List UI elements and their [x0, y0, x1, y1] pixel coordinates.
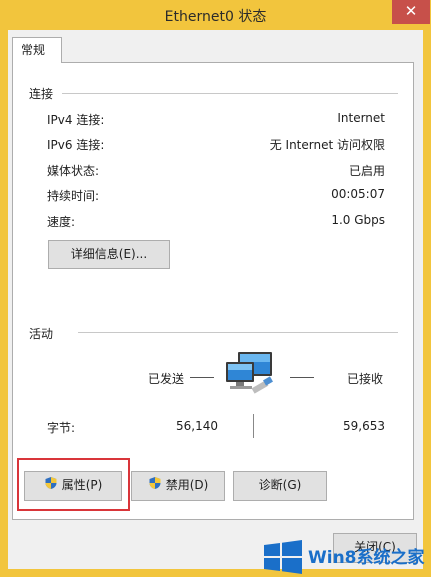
ipv4-label: IPv4 连接:: [47, 113, 105, 127]
title-bar[interactable]: Ethernet0 状态 ✕: [0, 0, 431, 30]
connection-section-label: 连接: [29, 87, 54, 101]
activity-section-label: 活动: [29, 327, 54, 341]
connection-divider: [62, 93, 398, 94]
diagnose-button[interactable]: 诊断(G): [233, 471, 327, 501]
media-state-value: 已启用: [348, 164, 385, 178]
activity-divider: [78, 332, 398, 333]
sent-dash: [190, 377, 214, 378]
details-button[interactable]: 详细信息(E)...: [48, 240, 170, 269]
status-dialog: Ethernet0 状态 ✕ 常规 连接 IPv4 连接: Internet I…: [0, 0, 431, 577]
watermark-text: Win8系统之家: [308, 548, 425, 568]
tab-panel-general: [12, 62, 414, 520]
ipv4-value: Internet: [337, 111, 385, 125]
received-dash: [290, 377, 314, 378]
windows-logo-icon: [264, 540, 302, 574]
duration-label: 持续时间:: [47, 189, 100, 203]
bytes-received-value: 59,653: [343, 419, 385, 433]
received-label: 已接收: [347, 372, 384, 386]
uac-shield-icon: [148, 473, 162, 499]
bytes-label: 字节:: [47, 421, 76, 435]
bytes-sent-value: 56,140: [176, 419, 218, 433]
sent-label: 已发送: [148, 372, 185, 386]
close-window-button[interactable]: ✕: [392, 0, 430, 24]
close-icon: ✕: [404, 2, 418, 20]
speed-value: 1.0 Gbps: [331, 213, 385, 227]
disable-button-label: 禁用(D): [165, 478, 209, 492]
highlight-box: [17, 458, 130, 511]
disable-button[interactable]: 禁用(D): [131, 471, 225, 501]
speed-label: 速度:: [47, 215, 76, 229]
window-title: Ethernet0 状态: [164, 9, 267, 25]
tab-general[interactable]: 常规: [12, 37, 62, 63]
ipv6-value: 无 Internet 访问权限: [269, 138, 385, 152]
bytes-separator: [253, 414, 254, 438]
ipv6-label: IPv6 连接:: [47, 138, 105, 152]
duration-value: 00:05:07: [331, 187, 385, 201]
network-computers-icon: [226, 352, 273, 394]
media-state-label: 媒体状态:: [47, 164, 100, 178]
